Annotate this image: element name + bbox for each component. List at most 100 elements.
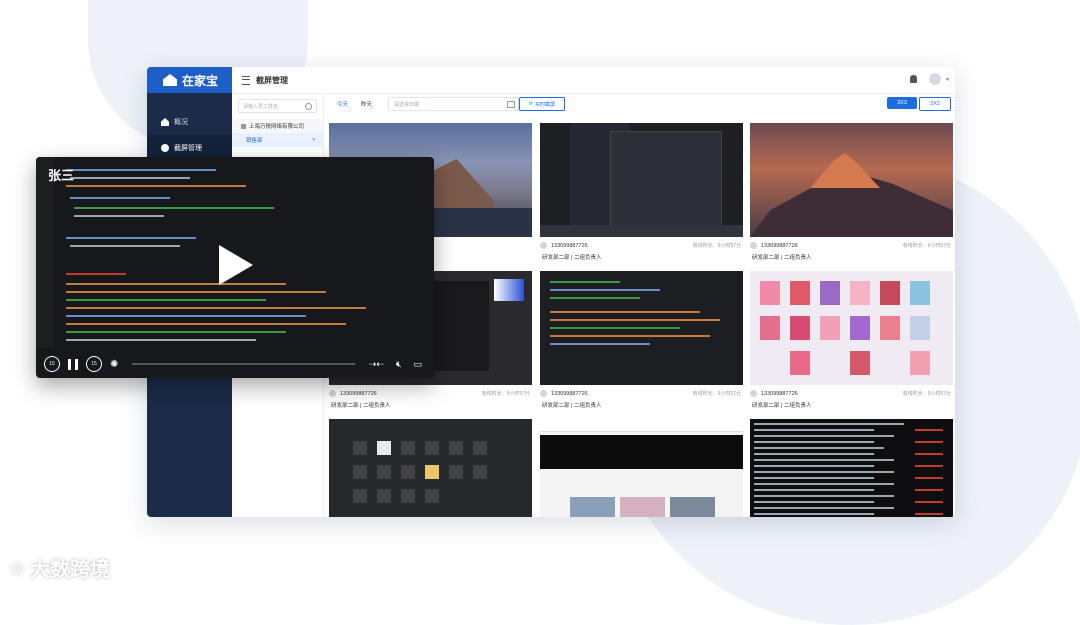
- screenshot-thumbnail[interactable]: [750, 271, 953, 385]
- screenshot-card[interactable]: 133099887726 有线时长：9小时57分 研发部二部 | 二组负责人: [540, 123, 743, 263]
- file-icon: [425, 441, 439, 455]
- dock-bar: [540, 225, 743, 237]
- chevron-down-icon[interactable]: ▾: [946, 76, 949, 83]
- terminal-error: [915, 513, 943, 515]
- rewind-15-icon[interactable]: 15: [44, 356, 60, 372]
- file-icon: [377, 441, 391, 455]
- calendar-icon: [507, 101, 515, 108]
- terminal-line: [754, 495, 894, 497]
- wall-tile: [790, 351, 810, 375]
- wall-tile: [820, 316, 840, 340]
- tab-today[interactable]: 今天: [337, 100, 348, 108]
- play-circle-icon: [161, 144, 169, 152]
- peak-shape: [810, 153, 880, 188]
- code-line: [550, 343, 650, 345]
- terminal-line: [754, 489, 874, 491]
- card-dept: 研发部二部 | 二组负责人: [752, 255, 812, 261]
- code-line: [550, 297, 640, 299]
- card-dept: 研发部二部 | 二组负责人: [752, 403, 812, 409]
- file-icon: [449, 441, 463, 455]
- video-player[interactable]: 张三 15 15 ✺ ⇢⇠ 🔇︎ ▭: [36, 157, 434, 378]
- screenshot-card[interactable]: [329, 419, 532, 517]
- card-dept: 研发部二部 | 二组负责人: [331, 403, 391, 409]
- forward-15-icon[interactable]: 15: [86, 356, 102, 372]
- sidebar-item-overview[interactable]: 概况: [147, 109, 232, 135]
- brand-name: 在家宝: [182, 73, 219, 88]
- code-line: [74, 207, 274, 209]
- screenshot-thumbnail[interactable]: [540, 419, 743, 517]
- web-image: [670, 497, 715, 517]
- tree-dept-node[interactable]: 销售部 ▾: [232, 133, 323, 147]
- finder-window: [610, 131, 722, 228]
- wall-tile: [880, 316, 900, 340]
- terminal-line: [754, 435, 894, 437]
- code-line: [66, 307, 366, 309]
- screenshot-thumbnail[interactable]: [540, 271, 743, 385]
- search-placeholder: 请输入员工姓名: [243, 103, 279, 110]
- screenshot-card[interactable]: [540, 419, 743, 517]
- realtime-screenshot-button[interactable]: ⟳ 实时截屏: [519, 97, 565, 111]
- screenshot-thumbnail[interactable]: [750, 419, 953, 517]
- card-dept: 研发部二部 | 二组负责人: [542, 403, 602, 409]
- page-title: 截屏管理: [256, 75, 288, 85]
- terminal-line: [754, 465, 874, 467]
- terminal-line: [754, 459, 894, 461]
- pause-icon[interactable]: [68, 358, 78, 370]
- terminal-line: [754, 423, 904, 425]
- terminal-line: [754, 507, 894, 509]
- terminal-error: [915, 489, 943, 491]
- file-icon: [377, 465, 391, 479]
- code-line: [550, 327, 680, 329]
- date-picker-input[interactable]: 请选择日期: [388, 97, 519, 111]
- code-line: [66, 299, 266, 301]
- wall-tile: [910, 316, 930, 340]
- code-line: [70, 197, 170, 199]
- code-line: [70, 245, 180, 247]
- screenshot-card[interactable]: [750, 419, 953, 517]
- screenshot-thumbnail[interactable]: [750, 123, 953, 237]
- avatar[interactable]: [929, 73, 941, 85]
- code-line: [66, 237, 196, 239]
- file-icon: [353, 465, 367, 479]
- chevron-down-icon: ▾: [312, 137, 315, 143]
- screenshot-card[interactable]: 133099887726 有线时长：9小时57分 研发部二部 | 二组负责人: [750, 123, 953, 263]
- menu-icon[interactable]: [242, 75, 250, 85]
- screenshot-thumbnail[interactable]: [329, 419, 532, 517]
- grid-3x3-button[interactable]: 3X3: [887, 97, 917, 109]
- realtime-label: 实时截屏: [535, 101, 556, 108]
- code-line: [66, 283, 286, 285]
- wall-tile: [790, 316, 810, 340]
- user-icon: [329, 390, 336, 397]
- home-logo-icon: [163, 74, 177, 86]
- wall-tile: [820, 281, 840, 305]
- loading-icon: ✺: [110, 358, 119, 370]
- card-duration: 有线时长：9小时57分: [692, 391, 741, 397]
- tree-org-node[interactable]: 上海万税网络有限公司: [232, 119, 323, 133]
- progress-bar[interactable]: [132, 363, 355, 365]
- tab-yesterday[interactable]: 昨天: [361, 100, 372, 108]
- wall-tile: [760, 281, 780, 305]
- airplay-icon[interactable]: ▭: [413, 359, 422, 370]
- sidebar-item-label: 截屏管理: [174, 145, 202, 152]
- terminal-error: [915, 453, 943, 455]
- code-line: [66, 323, 346, 325]
- card-phone: 133099887726: [551, 242, 588, 249]
- screenshot-card[interactable]: 133099887726 有线时长：9小时57分 研发部二部 | 二组负责人: [750, 271, 953, 411]
- mute-icon[interactable]: 🔇︎: [396, 359, 402, 370]
- brand-logo[interactable]: 在家宝: [147, 67, 232, 93]
- screenshot-thumbnail[interactable]: [540, 123, 743, 237]
- file-icon: [425, 489, 439, 503]
- play-icon[interactable]: [219, 245, 253, 285]
- card-meta: 133099887726 有线时长：9小时57分: [540, 389, 743, 398]
- screenshot-card[interactable]: 133099887726 有线时长：9小时57分 研发部二部 | 二组负责人: [540, 271, 743, 411]
- code-gutter: [36, 157, 54, 348]
- employee-search-input[interactable]: 请输入员工姓名: [238, 99, 317, 113]
- card-duration: 有线时长：9小时57分: [692, 243, 741, 249]
- web-hero: [540, 435, 743, 469]
- bell-icon[interactable]: [910, 75, 917, 83]
- wall-tile: [910, 281, 930, 305]
- grid-2x2-button[interactable]: 2X2: [919, 97, 951, 111]
- code-line: [550, 281, 620, 283]
- refresh-icon: ⟳: [528, 101, 534, 107]
- pip-icon[interactable]: ⇢⇠: [369, 359, 384, 370]
